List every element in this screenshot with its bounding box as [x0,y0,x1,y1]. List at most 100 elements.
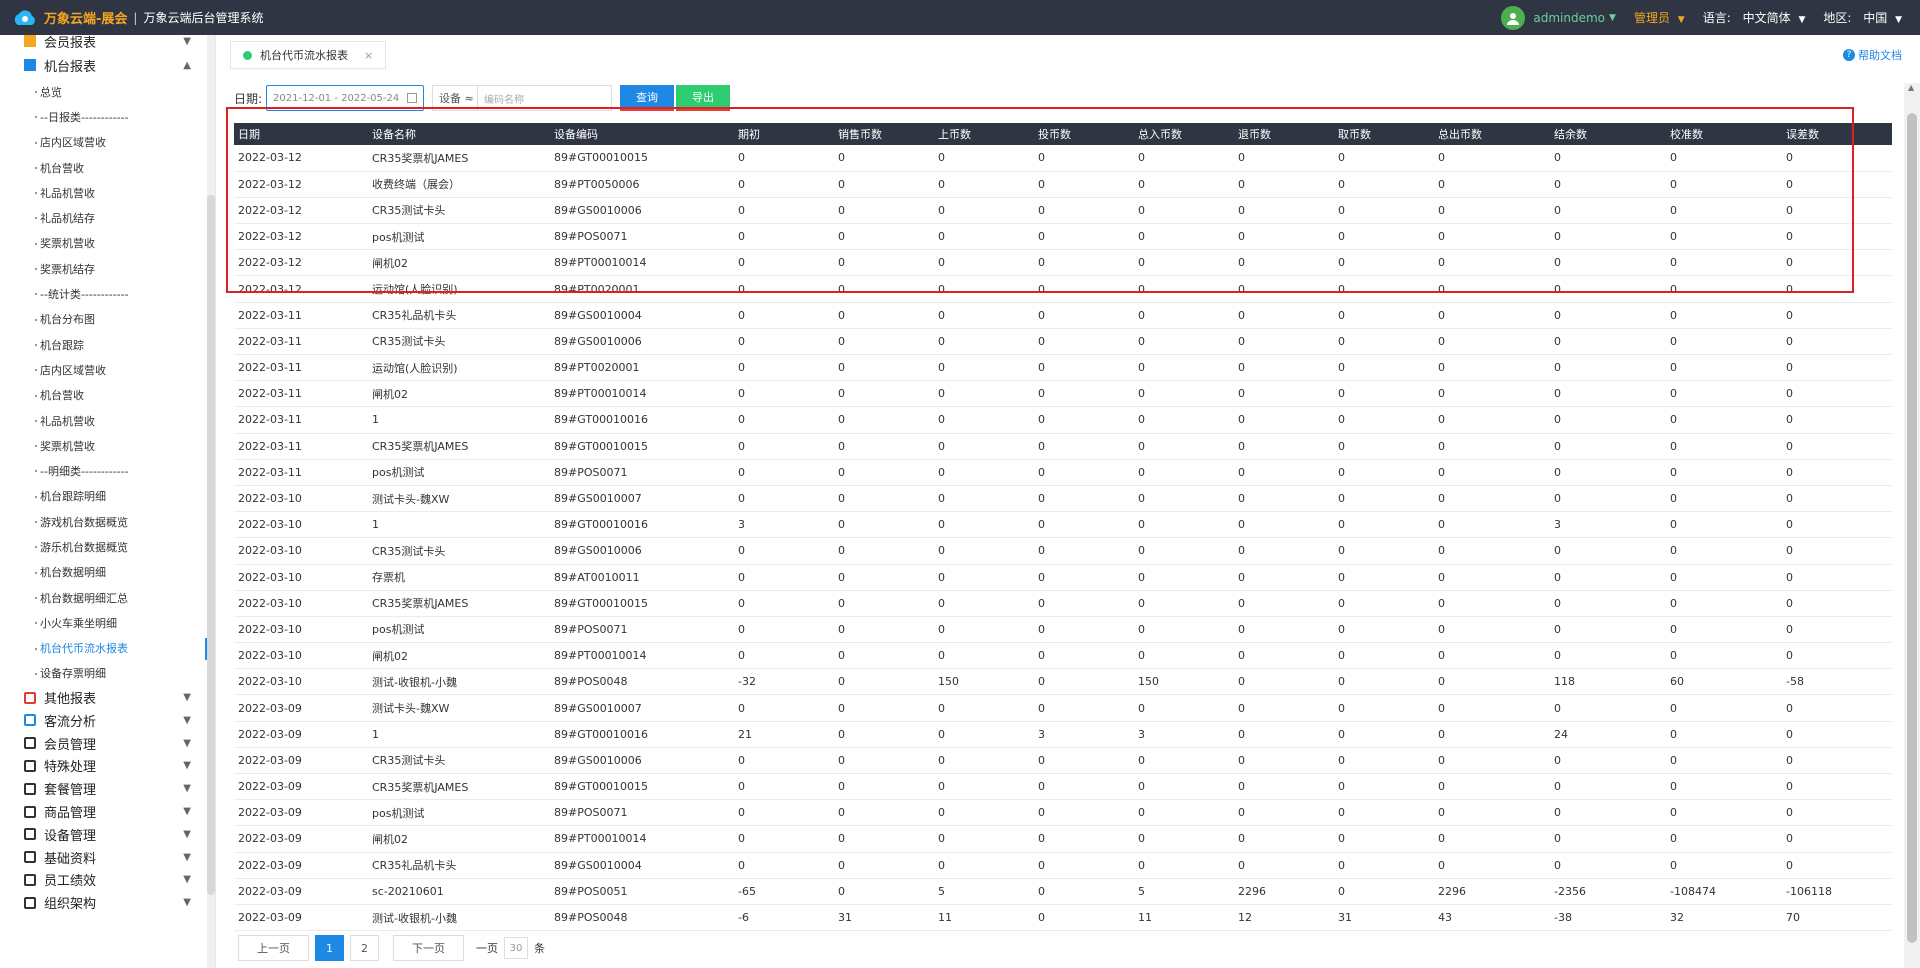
sidebar-item[interactable]: 机台代币流水报表 [0,636,215,661]
table-cell: 0 [1782,694,1892,722]
table-cell: 0 [1334,747,1434,775]
table-cell: 0 [1134,302,1234,329]
sidebar-item-label: 礼品机营收 [40,186,95,200]
sidebar-item[interactable]: 礼品机营收 [0,408,215,433]
region-menu[interactable]: 地区: 中国 ▼ [1823,9,1902,26]
sidebar-group[interactable]: 客流分析 ▼ [0,709,215,732]
sidebar-group[interactable]: 设备管理 ▼ [0,823,215,846]
sidebar-group[interactable]: 其他报表 ▼ [0,686,215,709]
table-row[interactable]: 2022-03-10 pos机测试 89#POS0071 0 0 0 0 0 0 0 0 0 0 0 [234,616,1892,644]
table-cell: 0 [934,852,1034,879]
table-row[interactable]: 2022-03-09 pos机测试 89#POS0071 0 0 0 0 0 0 0 0 0 0 0 [234,799,1892,827]
table-row[interactable]: 2022-03-09 测试-收银机-小魏 89#POS0048 -6 31 11 0 11 12… [234,904,1892,932]
table-cell: 0 [1234,537,1334,565]
sidebar-item[interactable]: 店内区域营收 [0,357,215,382]
table-row[interactable]: 2022-03-09 1 89#GT00010016 21 0 0 3 3 0 0 0 24 0 0 [234,721,1892,748]
sidebar-group[interactable]: 员工绩效 ▼ [0,869,215,892]
sidebar-item[interactable]: 机台营收 [0,383,215,408]
table-row[interactable]: 2022-03-11 CR35奖票机JAMES 89#GT00010015 0 0 0 0 0… [234,433,1892,460]
scroll-up-icon[interactable]: ▲ [1908,83,1914,92]
table-row[interactable]: 2022-03-10 测试卡头-魏XW 89#GS0010007 0 0 0 0 0 0 0 0 0 0… [234,485,1892,513]
sidebar-item[interactable]: 总览 [0,79,215,104]
sidebar-item[interactable]: 小火车乘坐明细 [0,610,215,635]
table-cell: 0 [1782,799,1892,827]
sidebar-item[interactable]: 游戏机台数据概览 [0,509,215,534]
table-cell: 24 [1550,721,1666,748]
device-icon [24,828,36,841]
table-row[interactable]: 2022-03-10 测试-收银机-小魏 89#POS0048 -32 0 150 0 150… [234,668,1892,696]
table-row[interactable]: 2022-03-09 测试卡头-魏XW 89#GS0010007 0 0 0 0 0 0 0 0 0 0… [234,694,1892,722]
table-cell: 2022-03-09 [234,852,368,879]
table-row[interactable]: 2022-03-10 存票机 89#AT0010011 0 0 0 0 0 0 0 0 0 0 0 [234,564,1892,591]
sidebar-item[interactable]: 机台营收 [0,155,215,180]
sidebar-item[interactable]: 机台跟踪 [0,332,215,357]
table-row[interactable]: 2022-03-10 CR35奖票机JAMES 89#GT00010015 0 0 0 0 0… [234,590,1892,617]
prev-page-button[interactable]: 上一页 [238,935,309,961]
sidebar-group[interactable]: 基础资料 ▼ [0,846,215,869]
table-row[interactable]: 2022-03-11 pos机测试 89#POS0071 0 0 0 0 0 0 0 0 0 0 0 [234,459,1892,486]
table-cell: sc-20210601 [368,878,550,905]
table-cell: CR35礼品机卡头 [368,852,550,879]
sidebar-item[interactable]: 奖票机营收 [0,231,215,256]
table-cell: 0 [734,825,834,853]
table-cell: 0 [1434,668,1550,696]
sidebar-item[interactable]: 机台分布图 [0,307,215,332]
vertical-scrollbar[interactable]: ▲ [1904,83,1920,968]
table-row[interactable]: 2022-03-11 CR35礼品机卡头 89#GS0010004 0 0 0 0 0 0 0 0 0… [234,302,1892,329]
table-cell: 0 [1334,852,1434,879]
date-range-value: 2021-12-01 - 2022-05-24 [273,92,400,104]
table-row[interactable]: 2022-03-09 CR35奖票机JAMES 89#GT00010015 0 0 0 0 0… [234,773,1892,801]
sidebar-item[interactable]: 设备存票明细 [0,661,215,686]
sidebar-group[interactable]: 套餐管理 ▼ [0,777,215,800]
sidebar-item[interactable]: 礼品机结存 [0,205,215,230]
table-row[interactable]: 2022-03-09 CR35测试卡头 89#GS0010006 0 0 0 0 0 0 0 0 0 0… [234,747,1892,775]
table-cell: 21 [734,721,834,748]
table-cell: 11 [1134,904,1234,932]
tab-machine-token-report[interactable]: 机台代币流水报表 × [230,41,387,69]
sidebar-scrollbar[interactable] [207,35,215,968]
sidebar-group-machine-reports[interactable]: 机台报表 ▲ [0,51,215,79]
table-row[interactable]: 2022-03-10 1 89#GT00010016 3 0 0 0 0 0 0 0 3 0 0 [234,511,1892,539]
logo[interactable]: 万象云端-展会 | 万象云端后台管理系统 [12,7,263,29]
page-2-button[interactable]: 2 [350,935,379,961]
table-row[interactable]: 2022-03-09 sc-20210601 89#POS0051 -65 0 5 0 5 22… [234,878,1892,905]
scrollbar-thumb[interactable] [1907,113,1917,943]
table-row[interactable]: 2022-03-10 CR35测试卡头 89#GS0010006 0 0 0 0 0 0 0 0 0 0… [234,537,1892,565]
table-row[interactable]: 2022-03-11 闸机02 89#PT00010014 0 0 0 0 0 0 0 0 0 0 0 [234,380,1892,408]
role-menu[interactable]: 管理员 ▼ [1634,9,1685,26]
table-row[interactable]: 2022-03-11 运动馆(人脸识别) 89#PT0020001 0 0 0 0 0 0 0 0 0… [234,354,1892,382]
sidebar-item[interactable]: 机台跟踪明细 [0,484,215,509]
sidebar-group[interactable]: 商品管理 ▼ [0,800,215,823]
sidebar-item[interactable]: 奖票机营收 [0,433,215,458]
table-cell: 0 [1550,459,1666,486]
language-menu[interactable]: 语言: 中文简体 ▼ [1703,9,1806,26]
table-row[interactable]: 2022-03-11 CR35测试卡头 89#GS0010006 0 0 0 0 0 0 0 0 0 0… [234,328,1892,356]
table-cell: 3 [734,511,834,539]
close-icon[interactable]: × [364,49,373,62]
table-cell: 0 [834,511,934,539]
sidebar-item[interactable]: 机台数据明细汇总 [0,585,215,610]
table-row[interactable]: 2022-03-10 闸机02 89#PT00010014 0 0 0 0 0 0 0 0 0 0 0 [234,642,1892,670]
next-page-button[interactable]: 下一页 [393,935,464,961]
sidebar-group[interactable]: 特殊处理 ▼ [0,755,215,778]
sidebar-item-label: 奖票机结存 [40,262,95,276]
sidebar-item[interactable]: 机台数据明细 [0,560,215,585]
sidebar-group[interactable]: 会员管理 ▼ [0,732,215,755]
table-row[interactable]: 2022-03-09 CR35礼品机卡头 89#GS0010004 0 0 0 0 0 0 0 0 0… [234,852,1892,879]
sidebar-item[interactable]: 店内区域营收 [0,130,215,155]
table-cell: 0 [934,328,1034,356]
table-row[interactable]: 2022-03-09 闸机02 89#PT00010014 0 0 0 0 0 0 0 0 0 0 0 [234,825,1892,853]
sidebar-scrollbar-thumb[interactable] [207,195,215,895]
sidebar-item[interactable]: 礼品机营收 [0,180,215,205]
user-menu[interactable]: admindemo ▼ [1501,5,1616,30]
sidebar-item[interactable]: 奖票机结存 [0,256,215,281]
table-row[interactable]: 2022-03-11 1 89#GT00010016 0 0 0 0 0 0 0 0 0 0 0 [234,406,1892,434]
table-cell: 0 [1666,406,1782,434]
per-page-input[interactable]: 30 [504,937,528,959]
sidebar-group[interactable]: 组织架构 ▼ [0,891,215,914]
sidebar-item[interactable]: 游乐机台数据概览 [0,534,215,559]
table-cell: 0 [734,747,834,775]
help-docs-link[interactable]: ? 帮助文档 [1843,47,1902,63]
sidebar-group-member-reports[interactable]: 会员报表 ▼ [0,35,215,51]
page-1-button[interactable]: 1 [315,935,344,961]
